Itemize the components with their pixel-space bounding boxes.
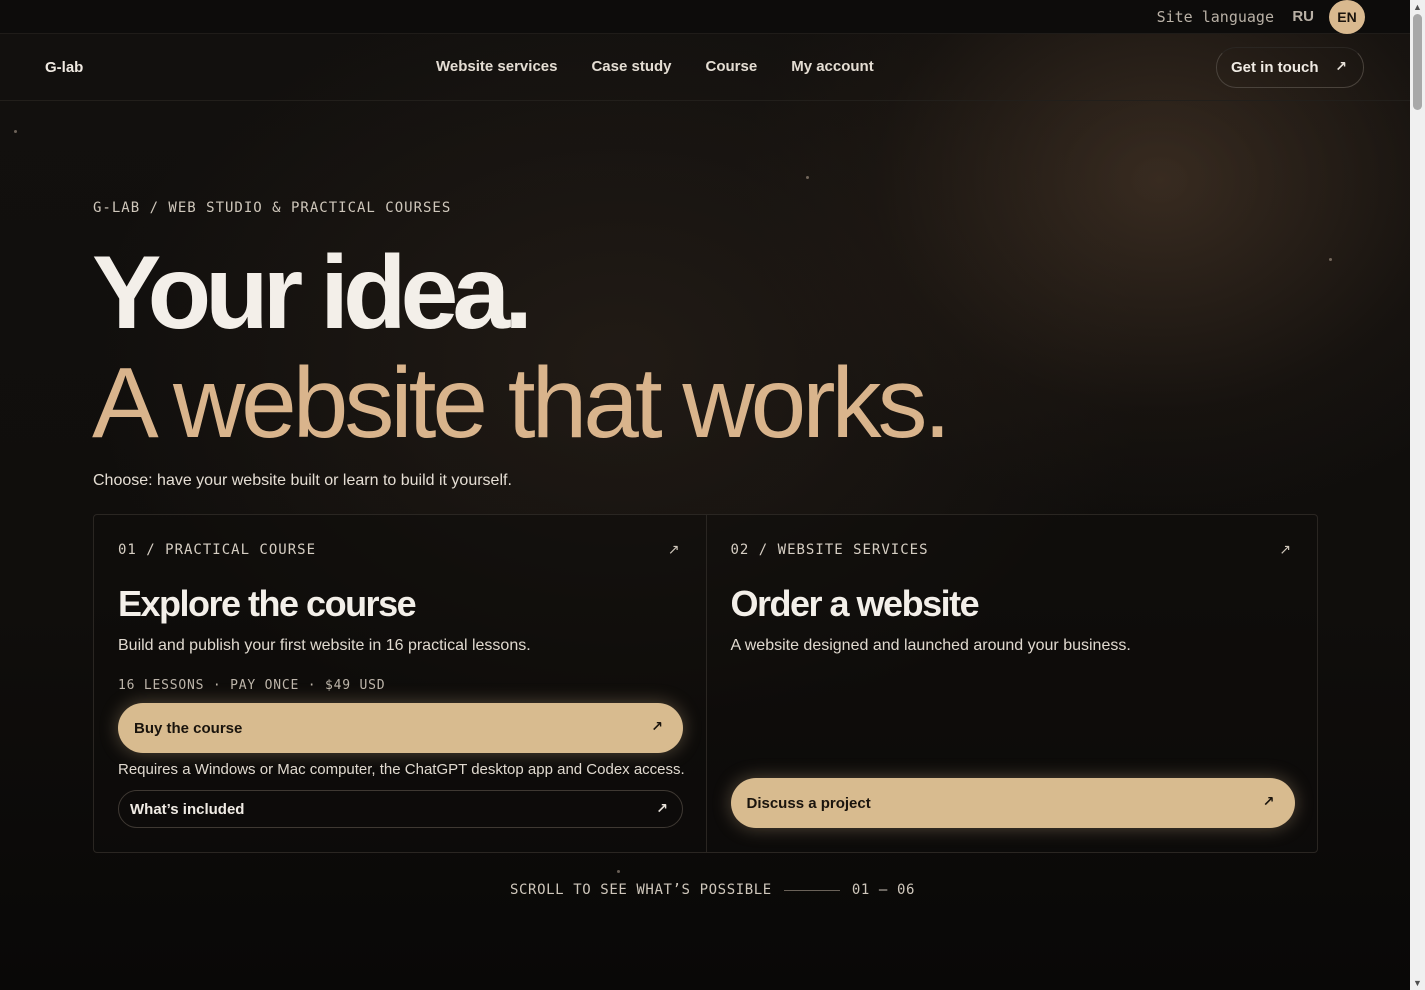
hero-headline-line1: Your idea.: [92, 235, 533, 351]
scrollbar-thumb[interactable]: [1413, 14, 1422, 110]
nav-link-website-services[interactable]: Website services: [436, 58, 557, 75]
course-requirements-note: Requires a Windows or Mac computer, the …: [118, 761, 685, 778]
hero-eyebrow: G-LAB / WEB STUDIO & PRACTICAL COURSES: [93, 200, 452, 216]
card-description: Build and publish your first website in …: [118, 637, 531, 654]
scroll-hint-divider: [783, 889, 840, 891]
card-title: Order a website: [730, 583, 980, 624]
logo[interactable]: G-lab: [45, 59, 83, 76]
arrow-up-right-icon: ↗: [651, 718, 663, 734]
hero-headline-line2: A website that works.: [92, 347, 951, 459]
nav-link-my-account[interactable]: My account: [791, 58, 874, 75]
discuss-project-button[interactable]: Discuss a project ↗: [730, 778, 1295, 828]
language-bar: Site language RU EN: [0, 0, 1410, 34]
course-meta: 16 LESSONS · PAY ONCE · $49 USD: [118, 678, 386, 693]
discuss-project-label: Discuss a project: [746, 794, 871, 812]
decor-dot: [806, 176, 809, 179]
language-en-button[interactable]: EN: [1329, 0, 1365, 34]
whats-included-button[interactable]: What’s included ↗: [118, 790, 683, 828]
arrow-up-right-icon: ↗: [1262, 793, 1275, 809]
scroll-up-icon[interactable]: ▲: [1413, 2, 1422, 12]
offer-cards: 01 / PRACTICAL COURSE ↗ Explore the cour…: [93, 514, 1318, 853]
scroll-down-icon[interactable]: ▼: [1413, 978, 1422, 988]
scroll-hint: SCROLL TO SEE WHAT’S POSSIBLE 01 — 06: [510, 882, 915, 898]
language-label: Site language: [1156, 8, 1274, 26]
decor-dot: [617, 870, 620, 873]
whats-included-label: What’s included: [130, 800, 245, 818]
nav-link-course[interactable]: Course: [706, 58, 758, 75]
card-title: Explore the course: [118, 583, 417, 624]
get-in-touch-button[interactable]: Get in touch ↗: [1216, 47, 1364, 88]
arrow-up-right-icon: ↗: [1335, 58, 1347, 74]
scroll-hint-label: SCROLL TO SEE WHAT’S POSSIBLE: [510, 882, 772, 898]
arrow-up-right-icon: ↗: [656, 800, 668, 816]
decor-dot: [14, 130, 17, 133]
card-eyebrow: 02 / WEBSITE SERVICES: [730, 542, 929, 558]
language-ru-button[interactable]: RU: [1292, 8, 1314, 25]
course-card[interactable]: 01 / PRACTICAL COURSE ↗ Explore the cour…: [94, 515, 706, 852]
page-scrollbar[interactable]: ▲ ▼: [1410, 0, 1425, 990]
arrow-up-right-icon[interactable]: ↗: [1279, 541, 1291, 558]
scroll-hint-range: 01 — 06: [851, 882, 916, 898]
buy-course-label: Buy the course: [134, 719, 243, 737]
hero-lead: Choose: have your website built or learn…: [93, 472, 512, 489]
card-eyebrow: 01 / PRACTICAL COURSE: [118, 542, 317, 558]
get-in-touch-label: Get in touch: [1231, 59, 1319, 76]
nav-links: Website services Case study Course My ac…: [436, 58, 874, 75]
card-description: A website designed and launched around y…: [730, 637, 1131, 654]
services-card[interactable]: 02 / WEBSITE SERVICES ↗ Order a website …: [705, 515, 1318, 852]
buy-course-button[interactable]: Buy the course ↗: [118, 703, 683, 753]
main-nav: G-lab Website services Case study Course…: [0, 34, 1410, 101]
arrow-up-right-icon[interactable]: ↗: [668, 541, 680, 558]
nav-link-case-study[interactable]: Case study: [591, 58, 671, 75]
decor-dot: [1329, 258, 1332, 261]
